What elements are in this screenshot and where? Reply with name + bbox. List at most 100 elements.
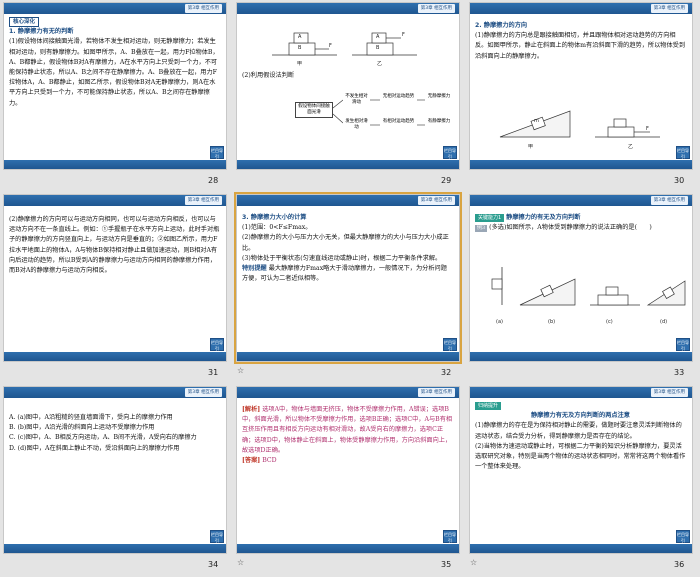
slide-footer-bar <box>237 352 459 361</box>
return-button[interactable]: 栏目导引 <box>676 146 690 159</box>
chapter-tab: 第3章 相互作用 <box>650 4 688 13</box>
option-c: C. (c)图中，A、B相反方向运动，A、B间不光滑，A受向右的摩擦力 <box>9 434 197 442</box>
flow-down-label: 发生相对滑动 <box>343 118 370 132</box>
slide-heading: 2. 静摩擦力的方向 <box>475 22 528 29</box>
return-button[interactable]: 栏目导引 <box>443 338 457 351</box>
slide-footer-bar <box>4 544 226 553</box>
example-question: (多选)如图所示，A物体受到静摩擦力的说法正确的是( ) <box>489 224 652 232</box>
slide-thumbnail[interactable]: 第3章 相互作用 归纳提升 静摩擦力有无及方向判断的两点注意 (1)静摩擦力的存… <box>466 384 699 576</box>
slide-body: (1)静摩擦力的方向总是跟接触面相切，并且跟物体相对运动趋势的方向相反。如图甲所… <box>475 32 686 60</box>
slide-content: (2)静摩擦力的方向可以与运动方向相同，也可以与运动方向相反，也可以与运动方向不… <box>9 215 220 276</box>
slide-content: 3. 静摩擦力大小的计算 (1)范围：0<F≤Fmax。 (2)静摩擦力的大小与… <box>242 213 453 284</box>
slide-footer-bar <box>237 160 459 169</box>
figure-b-caption: (b) <box>548 319 556 325</box>
animation-star-icon[interactable]: ☆ <box>470 558 477 567</box>
return-button[interactable]: 栏目导引 <box>676 530 690 543</box>
slide-28[interactable]: 第3章 相互作用 核心深化 1. 静摩擦力有无的判断 (1)假设物体间接触面光滑… <box>3 2 227 170</box>
flow-up-mid: 无相对运动趋势 <box>380 93 417 101</box>
note-1: (1)静摩擦力的存在是为保持相对静止的需要，做题时要注意灵活判断物体的运动状态，… <box>475 422 682 440</box>
flow-up-end: 无静摩擦力 <box>425 93 453 101</box>
slide-number: 31 <box>208 368 219 377</box>
slide-thumbnail[interactable]: 第3章 相互作用 核心深化 1. 静摩擦力有无的判断 (1)假设物体间接触面光滑… <box>0 0 233 192</box>
special-note-label: 特别提醒 <box>242 265 267 273</box>
return-button[interactable]: 栏目导引 <box>210 338 224 351</box>
chapter-tab: 第3章 相互作用 <box>184 388 222 397</box>
answer-text: BCD <box>262 457 277 465</box>
flow-down-end: 有静摩擦力 <box>425 118 453 126</box>
chapter-tab: 第3章 相互作用 <box>650 388 688 397</box>
slide-thumbnail[interactable]: 第3章 相互作用 A B F 甲 A B F 乙 (2)利用假设法判断 假设物体… <box>233 0 466 192</box>
option-b: B. (b)图中，A沿光滑的斜面向上运动不受摩擦力作用 <box>9 424 155 432</box>
slide-34[interactable]: 第3章 相互作用 A. (a)图中，A沿粗糙的竖直墙面滑下，受向上的摩擦力作用 … <box>3 386 227 554</box>
slide-content: 归纳提升 静摩擦力有无及方向判断的两点注意 (1)静摩擦力的存在是为保持相对静止… <box>475 401 686 472</box>
slide-body: (2)静摩擦力的方向可以与运动方向相同，也可以与运动方向相反，也可以与运动方向不… <box>9 216 220 275</box>
slide-33[interactable]: 第3章 相互作用 关键能力1 静摩擦力的有无及方向判断 例3 (多选)如图所示，… <box>469 194 693 362</box>
return-button[interactable]: 栏目导引 <box>443 530 457 543</box>
slide-body: (1)假设物体间接触面光滑，若物体不发生相对运动，则无静摩擦力；若发生相对运动，… <box>9 38 219 107</box>
slide-30[interactable]: 第3章 相互作用 2. 静摩擦力的方向 (1)静摩擦力的方向总是跟接触面相切，并… <box>469 2 693 170</box>
slide-29[interactable]: 第3章 相互作用 A B F 甲 A B F 乙 (2)利用假设法判断 假设物体… <box>236 2 460 170</box>
slide-header-bar: 第3章 相互作用 <box>4 195 226 206</box>
slide-header-bar: 第3章 相互作用 <box>470 195 692 206</box>
slide-thumbnail[interactable]: 第3章 相互作用 3. 静摩擦力大小的计算 (1)范围：0<F≤Fmax。 (2… <box>233 192 466 384</box>
slide-title: 静摩擦力有无及方向判断的两点注意 <box>531 412 630 420</box>
figure-b-caption: 乙 <box>628 144 634 150</box>
chapter-tab: 第3章 相互作用 <box>184 4 222 13</box>
flow-start-box: 假设物体间接触面光滑 <box>295 102 333 118</box>
slide-heading: 1. 静摩擦力有无的判断 <box>9 28 74 36</box>
slide-number: 28 <box>208 176 219 185</box>
return-button[interactable]: 栏目导引 <box>210 530 224 543</box>
slide-31[interactable]: 第3章 相互作用 (2)静摩擦力的方向可以与运动方向相同，也可以与运动方向相反，… <box>3 194 227 362</box>
example-label: 例3 <box>475 225 488 233</box>
slide-36[interactable]: 第3章 相互作用 归纳提升 静摩擦力有无及方向判断的两点注意 (1)静摩擦力的存… <box>469 386 693 554</box>
slide-number: 33 <box>674 368 685 377</box>
example-figures <box>491 267 686 306</box>
slide-footer-bar <box>237 544 459 553</box>
key-ability-title: 静摩擦力的有无及方向判断 <box>506 214 581 221</box>
summary-tag: 归纳提升 <box>475 402 502 410</box>
chapter-tab: 第3章 相互作用 <box>184 196 222 205</box>
animation-star-icon[interactable]: ☆ <box>237 558 244 567</box>
flow-up-label: 不发生相对滑动 <box>343 93 370 107</box>
slide-footer-bar <box>470 352 692 361</box>
balance-line: (3)物体处于平衡状态(匀速直线运动或静止)时，根据二力平衡条件求解。 <box>242 254 442 262</box>
answer-label: [答案] <box>242 457 261 465</box>
slide-content: 核心深化 1. 静摩擦力有无的判断 (1)假设物体间接触面光滑，若物体不发生相对… <box>9 17 220 109</box>
figure-d-caption: (d) <box>660 319 668 325</box>
slide-thumbnail[interactable]: 第3章 相互作用 [解析] 选项A中，物体与墙面无挤压，物体不受摩擦力作用，A错… <box>233 384 466 576</box>
slide-sorter-grid: 第3章 相互作用 核心深化 1. 静摩擦力有无的判断 (1)假设物体间接触面光滑… <box>0 0 700 577</box>
slide-content: 2. 静摩擦力的方向 (1)静摩擦力的方向总是跟接触面相切，并且跟物体相对运动趋… <box>475 21 686 62</box>
figure-a-caption: 甲 <box>528 144 534 150</box>
note-2: (2)当物体为速运动或静止时，可根据二力平衡的知识分析静摩擦力，要灵活选取研究对… <box>475 442 686 471</box>
block-m-label: m <box>534 118 539 124</box>
option-d: D. (d)图中，A在斜面上静止不动，受沿斜面向上的摩擦力作用 <box>9 444 180 452</box>
force-label: F <box>646 126 649 132</box>
return-button[interactable]: 栏目导引 <box>676 338 690 351</box>
slide-number: 36 <box>674 560 685 569</box>
slide-content: A. (a)图中，A沿粗糙的竖直墙面滑下，受向上的摩擦力作用 B. (b)图中，… <box>9 413 220 454</box>
slide-thumbnail[interactable]: 第3章 相互作用 A. (a)图中，A沿粗糙的竖直墙面滑下，受向上的摩擦力作用 … <box>0 384 233 576</box>
slide-header-bar: 第3章 相互作用 <box>237 387 459 398</box>
slide-32[interactable]: 第3章 相互作用 3. 静摩擦力大小的计算 (1)范围：0<F≤Fmax。 (2… <box>234 192 462 364</box>
slide-35[interactable]: 第3章 相互作用 [解析] 选项A中，物体与墙面无挤压，物体不受摩擦力作用，A错… <box>236 386 460 554</box>
slide-number: 29 <box>441 176 452 185</box>
slide-number: 32 <box>441 368 452 377</box>
slide-thumbnail[interactable]: 第3章 相互作用 2. 静摩擦力的方向 (1)静摩擦力的方向总是跟接触面相切，并… <box>466 0 699 192</box>
return-button[interactable]: 栏目导引 <box>443 146 457 159</box>
special-note: 最大静摩擦力Fmax略大于滑动摩擦力，一般情况下，为分析问题方便，可认为二者近似… <box>242 265 447 283</box>
analysis-label: [解析] <box>242 406 261 413</box>
slide-heading: 3. 静摩擦力大小的计算 <box>242 214 307 221</box>
slide-footer-bar <box>470 544 692 553</box>
slide-thumbnail[interactable]: 第3章 相互作用 (2)静摩擦力的方向可以与运动方向相同，也可以与运动方向相反，… <box>0 192 233 384</box>
flow-arrows <box>332 99 425 126</box>
size-line: (2)静摩擦力的大小与压力大小无关，但最大静摩擦力的大小与压力大小成正比。 <box>242 234 449 252</box>
slide-thumbnail[interactable]: 第3章 相互作用 关键能力1 静摩擦力的有无及方向判断 例3 (多选)如图所示，… <box>466 192 699 384</box>
chapter-tab: 第3章 相互作用 <box>417 388 455 397</box>
slide-content: [解析] 选项A中，物体与墙面无挤压，物体不受摩擦力作用，A错误；选项B中，斜面… <box>242 405 453 466</box>
animation-star-icon[interactable]: ☆ <box>237 366 244 375</box>
figure-c-caption: (c) <box>606 319 613 325</box>
chapter-tab: 第3章 相互作用 <box>650 196 688 205</box>
return-button[interactable]: 栏目导引 <box>210 146 224 159</box>
slide-header-bar: 第3章 相互作用 <box>237 195 459 206</box>
slide-header-bar: 第3章 相互作用 <box>4 387 226 398</box>
